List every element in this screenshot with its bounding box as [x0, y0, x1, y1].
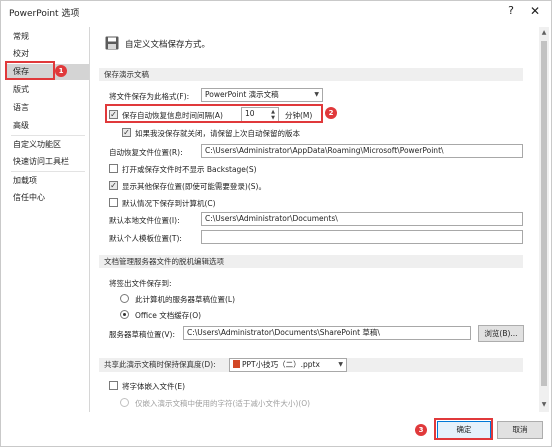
annotation-badge-1: 1 [55, 65, 67, 77]
powerpoint-options-dialog: PowerPoint 选项 ? ✕ 常规 校对 保存 版式 语言 高级 自定义功… [0, 0, 552, 447]
highlight-ok [434, 418, 493, 440]
autorecover-path-label: 自动恢复文件位置(R): [109, 148, 183, 157]
section-offline-editing: 文档管理服务器文件的脱机编辑选项 [99, 255, 523, 268]
embed-fonts-label: 将字体嵌入文件(E) [122, 382, 186, 391]
server-drafts-input[interactable]: C:\Users\Administrator\Documents\SharePo… [183, 326, 471, 340]
embed-used-chars-label: 仅嵌入演示文稿中使用的字符(适于减小文件大小)(O) [135, 399, 311, 408]
chevron-down-icon: ▼ [314, 91, 319, 98]
browse-button[interactable]: 浏览(B)... [478, 325, 524, 342]
highlight-save-nav [5, 61, 55, 80]
highlight-autorecover [105, 104, 323, 123]
autorecover-path-input[interactable]: C:\Users\Administrator\AppData\Roaming\M… [201, 144, 523, 158]
show-more-locations-label: 显示其他保存位置(即使可能需要登录)(S)。 [122, 182, 266, 191]
default-local-label: 默认情况下保存到计算机(C) [122, 199, 216, 208]
radio-office-cache[interactable] [120, 310, 129, 319]
title-bar: PowerPoint 选项 ? ✕ [1, 1, 551, 23]
annotation-badge-2: 2 [325, 107, 337, 119]
header-text: 自定义文档保存方式。 [125, 40, 211, 50]
help-button[interactable]: ? [503, 4, 519, 20]
nav-item-advanced[interactable]: 高级 [7, 118, 89, 134]
save-checked-out-label: 将签出文件保存到: [109, 279, 172, 288]
scroll-down-icon[interactable]: ▼ [539, 400, 549, 410]
keep-last-version-checkbox[interactable]: ✓ [122, 128, 131, 137]
save-format-label: 将文件保存为此格式(F): [109, 92, 190, 101]
annotation-badge-3: 3 [415, 424, 427, 436]
radio-embed-used-chars[interactable] [120, 398, 129, 407]
personal-templates-input[interactable] [201, 230, 523, 244]
fidelity-label: 共享此演示文稿时保持保真度(D): [104, 360, 216, 369]
save-icon [105, 36, 119, 50]
save-format-value: PowerPoint 演示文稿 [205, 90, 279, 99]
nav-item-layout[interactable]: 版式 [7, 82, 89, 98]
no-backstage-checkbox[interactable] [109, 164, 118, 173]
radio-server-drafts-label: 此计算机的服务器草稿位置(L) [135, 295, 236, 304]
embed-fonts-checkbox[interactable] [109, 381, 118, 390]
pptx-file-icon [233, 360, 240, 368]
main-scrollbar[interactable]: ▲ ▼ [539, 27, 549, 412]
nav-item-proofing[interactable]: 校对 [7, 46, 89, 62]
save-options-panel: 自定义文档保存方式。 保存演示文稿 将文件保存为此格式(F): PowerPoi… [95, 27, 539, 412]
nav-divider [11, 135, 85, 136]
nav-item-add-ins[interactable]: 加载项 [7, 173, 89, 189]
nav-item-trust-center[interactable]: 信任中心 [7, 190, 89, 206]
section-save-presentations: 保存演示文稿 [99, 68, 523, 81]
options-nav: 常规 校对 保存 版式 语言 高级 自定义功能区 快速访问工具栏 加载项 信任中… [7, 27, 90, 412]
keep-last-version-label: 如果我没保存就关闭，请保留上次自动保留的版本 [135, 129, 300, 138]
chevron-down-icon: ▼ [338, 361, 343, 368]
fidelity-file-dropdown[interactable]: PPT小技巧（二）.pptx ▼ [229, 358, 347, 372]
nav-item-customize-ribbon[interactable]: 自定义功能区 [7, 137, 89, 153]
nav-item-language[interactable]: 语言 [7, 100, 89, 116]
nav-item-general[interactable]: 常规 [7, 29, 89, 45]
radio-office-cache-label: Office 文档缓存(O) [135, 311, 202, 320]
fidelity-file-value: PPT小技巧（二）.pptx [242, 360, 320, 369]
window-title: PowerPoint 选项 [9, 9, 80, 19]
personal-templates-label: 默认个人模板位置(T): [109, 234, 182, 243]
cancel-button[interactable]: 取消 [497, 421, 543, 439]
show-more-locations-checkbox[interactable]: ✓ [109, 181, 118, 190]
server-drafts-label: 服务器草稿位置(V): [109, 330, 176, 339]
default-local-path-input[interactable]: C:\Users\Administrator\Documents\ [201, 212, 523, 226]
save-format-dropdown[interactable]: PowerPoint 演示文稿 ▼ [201, 88, 323, 102]
nav-item-quick-access-toolbar[interactable]: 快速访问工具栏 [7, 154, 89, 170]
no-backstage-label: 打开或保存文件时不显示 Backstage(S) [122, 165, 257, 174]
default-local-path-label: 默认本地文件位置(I): [109, 216, 180, 225]
close-button[interactable]: ✕ [527, 4, 543, 20]
scroll-up-icon[interactable]: ▲ [539, 28, 549, 38]
scroll-thumb[interactable] [541, 41, 547, 386]
default-local-checkbox[interactable] [109, 198, 118, 207]
nav-divider [11, 171, 85, 172]
radio-server-drafts[interactable] [120, 294, 129, 303]
